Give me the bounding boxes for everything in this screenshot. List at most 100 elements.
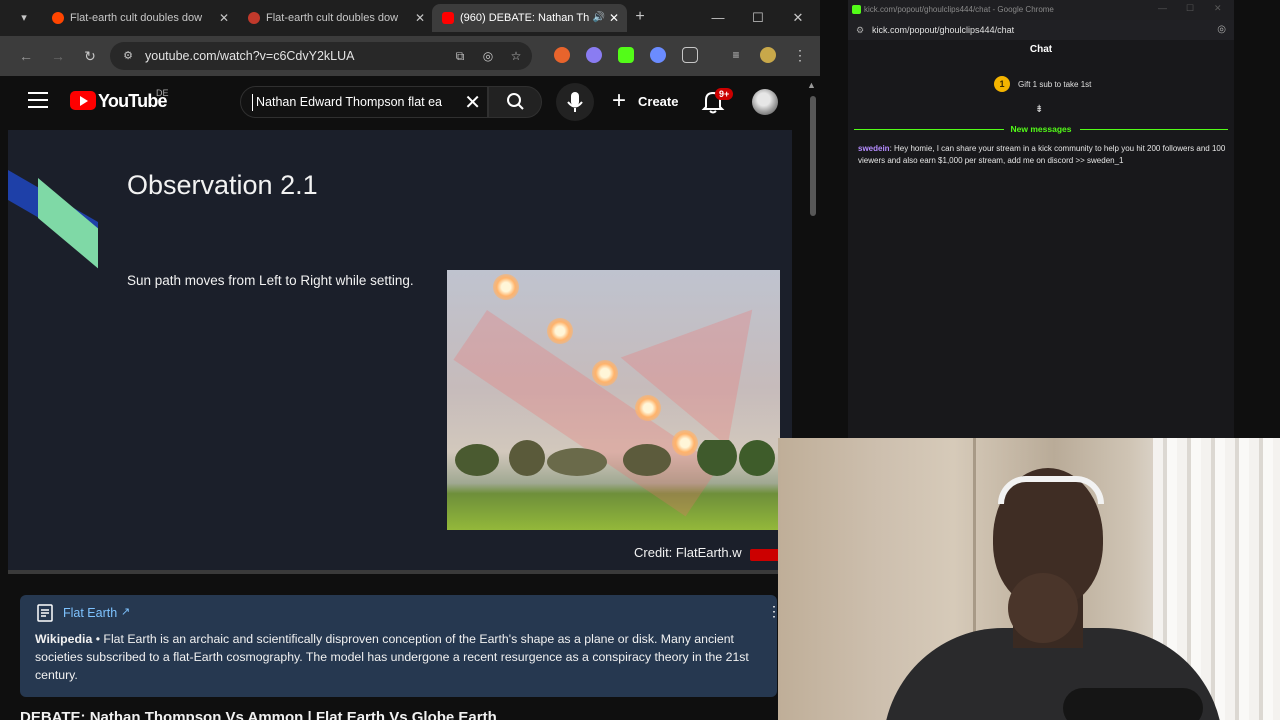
slide-subtitle: Sun path moves from Left to Right while …: [127, 273, 414, 288]
webcam-overlay: [778, 438, 1280, 720]
video-title: DEBATE: Nathan Thompson Vs Ammon | Flat …: [20, 709, 497, 720]
eye-slash-icon[interactable]: ◎: [480, 48, 496, 64]
address-bar[interactable]: ⚙ youtube.com/watch?v=c6CdvY2kLUA: [110, 42, 532, 70]
info-text: • Flat Earth is an archaic and scientifi…: [35, 632, 749, 682]
create-label: Create: [638, 94, 679, 109]
close-window-button[interactable]: ✕: [786, 6, 810, 30]
chat-window-titlebar: kick.com/popout/ghoulclips444/chat - Goo…: [848, 0, 1234, 20]
gift-sub-prompt[interactable]: Gift 1 sub to take 1st: [1018, 80, 1091, 89]
new-tab-button[interactable]: +: [630, 6, 650, 28]
site-settings-icon[interactable]: ⚙: [856, 25, 864, 36]
chat-url-bar[interactable]: ⚙ kick.com/popout/ghoulclips444/chat ◎: [848, 20, 1234, 40]
maximize-button[interactable]: ☐: [1186, 3, 1194, 14]
tree-line: [455, 440, 775, 476]
tab-reddit-2[interactable]: Flat-earth cult doubles dow ✕: [238, 4, 433, 32]
clear-search-icon[interactable]: ✕: [464, 90, 481, 115]
user-avatar[interactable]: [752, 89, 778, 115]
person-hand: [1008, 573, 1078, 643]
url-text: youtube.com/watch?v=c6CdvY2kLUA: [145, 49, 355, 63]
article-icon: [37, 604, 53, 622]
sun-position: [547, 318, 573, 344]
new-messages-divider: New messages: [848, 122, 1234, 136]
youtube-favicon-icon: [442, 12, 454, 24]
bookmark-star-icon[interactable]: ☆: [508, 48, 524, 64]
profile-avatar-icon[interactable]: [760, 47, 776, 63]
minimize-button[interactable]: —: [706, 6, 730, 30]
headphones: [998, 476, 1104, 504]
chat-message: swedein: Hey homie, I can share your str…: [858, 143, 1228, 167]
create-button[interactable]: + Create: [608, 86, 688, 118]
media-controls-icon[interactable]: ≡: [728, 47, 744, 63]
kick-favicon-icon: [852, 5, 861, 14]
tab-favicon-icon: [248, 12, 260, 24]
info-source: Wikipedia: [35, 632, 93, 646]
hamburger-menu-icon[interactable]: [28, 92, 48, 108]
close-window-button[interactable]: ✕: [1214, 3, 1222, 14]
text-caret: [252, 94, 253, 111]
video-player[interactable]: Observation 2.1 Sun path moves from Left…: [8, 130, 792, 570]
tab-title: Flat-earth cult doubles dow: [70, 12, 203, 24]
chat-username[interactable]: swedein: [858, 144, 890, 153]
browser-window: ▾ Flat-earth cult doubles dow ✕ Flat-ear…: [0, 0, 820, 720]
image-credit: Credit: FlatEarth.w: [634, 545, 742, 560]
back-arrow-icon[interactable]: ←: [16, 46, 36, 66]
microphone-icon: [567, 92, 583, 112]
sun-position: [635, 395, 661, 421]
extension-fox-icon[interactable]: [554, 47, 570, 63]
tab-youtube-active[interactable]: (960) DEBATE: Nathan Th 🔊 ✕: [432, 4, 627, 32]
browser-menu-icon[interactable]: ⋮: [792, 47, 808, 63]
reload-icon[interactable]: ↻: [80, 46, 100, 66]
extension-kick-icon[interactable]: [618, 47, 634, 63]
external-link-icon[interactable]: ↗: [121, 605, 130, 618]
scroll-to-bottom-icon[interactable]: ⇟: [1035, 104, 1043, 115]
tab-search-chevron-icon[interactable]: ▾: [14, 8, 34, 28]
reddit-favicon-icon: [52, 12, 64, 24]
chat-url: kick.com/popout/ghoulclips444/chat: [872, 25, 1015, 35]
scroll-up-arrow-icon[interactable]: ▲: [807, 80, 816, 90]
context-info-panel: Flat Earth ↗ ⋮ Wikipedia • Flat Earth is…: [20, 595, 781, 697]
search-input[interactable]: Nathan Edward Thompson flat ea ✕: [240, 86, 488, 118]
youtube-logo-icon[interactable]: [70, 91, 96, 110]
voice-search-button[interactable]: [556, 83, 594, 121]
close-tab-icon[interactable]: ✕: [609, 4, 619, 32]
chat-header: Chat: [1029, 44, 1053, 55]
forward-arrow-icon[interactable]: →: [48, 46, 68, 66]
close-tab-icon[interactable]: ✕: [415, 4, 425, 32]
sun-position: [493, 274, 519, 300]
microphone-arm: [1063, 688, 1203, 720]
search-icon: [507, 93, 524, 110]
sunset-path-image: [447, 270, 780, 530]
maximize-button[interactable]: ☐: [746, 6, 770, 30]
info-description: Wikipedia • Flat Earth is an archaic and…: [35, 630, 759, 684]
extension-shield-icon[interactable]: [650, 47, 666, 63]
region-code: DE: [156, 88, 169, 98]
speaker-icon[interactable]: 🔊: [593, 4, 605, 32]
subscribe-watermark[interactable]: [750, 549, 780, 561]
more-options-icon[interactable]: ⋮: [767, 603, 781, 620]
tab-strip: ▾ Flat-earth cult doubles dow ✕ Flat-ear…: [0, 0, 820, 36]
sun-position: [592, 360, 618, 386]
tab-reddit-1[interactable]: Flat-earth cult doubles dow ✕: [42, 4, 237, 32]
chat-message-text: : Hey homie, I can share your stream in …: [858, 144, 1226, 165]
tab-title: Flat-earth cult doubles dow: [266, 12, 399, 24]
search-query: Nathan Edward Thompson flat ea: [256, 95, 442, 109]
minimize-button[interactable]: —: [1158, 3, 1167, 13]
slide-accent-shape: [38, 178, 98, 269]
wikipedia-link[interactable]: Flat Earth: [63, 606, 117, 620]
extension-cloud-icon[interactable]: [586, 47, 602, 63]
tab-title: (960) DEBATE: Nathan Th: [460, 12, 590, 24]
scrollbar-thumb[interactable]: [810, 96, 816, 216]
video-progress-bar[interactable]: [8, 570, 792, 574]
eye-slash-icon[interactable]: ◎: [1217, 24, 1226, 35]
search-button[interactable]: [488, 86, 542, 118]
cast-icon[interactable]: ⧉: [452, 48, 468, 64]
site-settings-icon[interactable]: ⚙: [120, 48, 136, 64]
close-tab-icon[interactable]: ✕: [219, 4, 229, 32]
chat-popout-window: kick.com/popout/ghoulclips444/chat - Goo…: [848, 0, 1234, 440]
youtube-header: YouTube DE Nathan Edward Thompson flat e…: [0, 76, 808, 128]
browser-toolbar: ← → ↻ ⚙ youtube.com/watch?v=c6CdvY2kLUA …: [0, 36, 820, 76]
gift-rank-badge[interactable]: 1: [994, 76, 1010, 92]
chat-window-title: kick.com/popout/ghoulclips444/chat - Goo…: [864, 5, 1054, 14]
extensions-puzzle-icon[interactable]: [682, 47, 698, 63]
plus-icon: +: [612, 87, 627, 114]
